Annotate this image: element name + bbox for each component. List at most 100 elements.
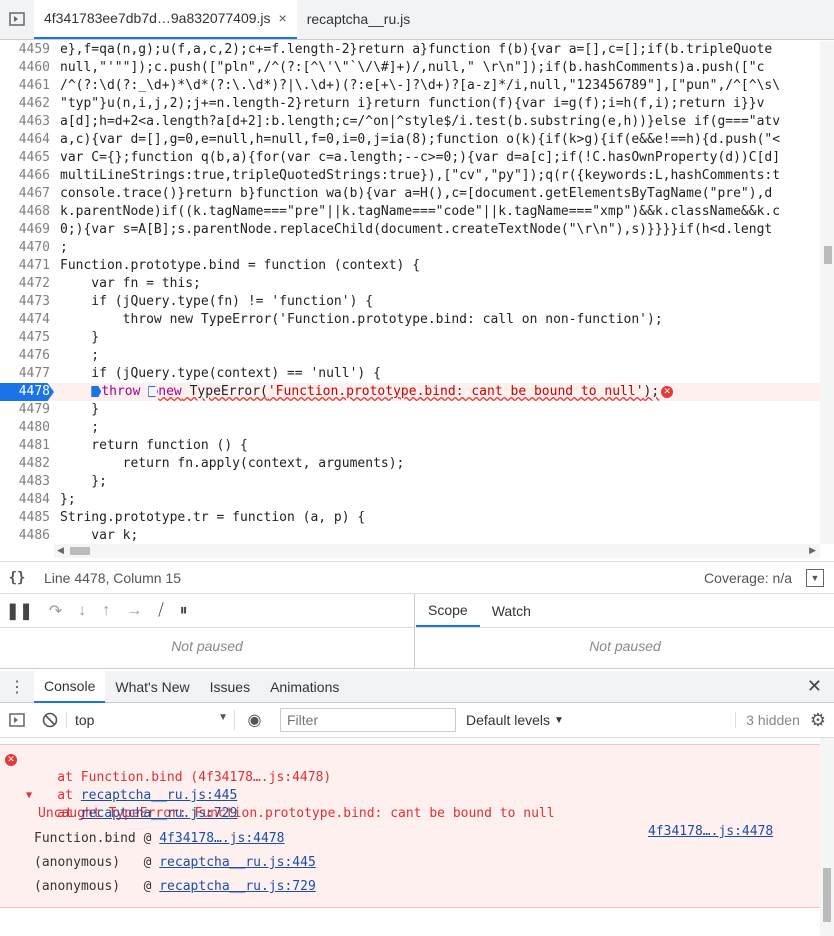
inline-breakpoint-icon[interactable] bbox=[91, 386, 102, 397]
drawer-menu-icon[interactable]: ⋮ bbox=[0, 677, 34, 697]
code-line[interactable]: 4464 a,c){var d=[],g=0,e=null,h=null,f=0,… bbox=[0, 131, 820, 149]
line-number[interactable]: 4469 bbox=[0, 221, 54, 239]
code-line[interactable]: 4472 var fn = this; bbox=[0, 275, 820, 293]
code-line[interactable]: 4480 ; bbox=[0, 419, 820, 437]
console-filter-input[interactable] bbox=[280, 708, 456, 732]
step-into-icon[interactable]: ↓ bbox=[78, 602, 86, 620]
line-number[interactable]: 4470 bbox=[0, 239, 54, 257]
stack-frame-link[interactable]: recaptcha__ru.js:729 bbox=[81, 806, 238, 821]
stack-frame-link[interactable]: 4f34178….js:4478 bbox=[198, 770, 323, 785]
tab-active-file[interactable]: 4f341783ee7db7d…9a832077409.js × bbox=[34, 0, 297, 39]
code-line[interactable]: 4470; bbox=[0, 239, 820, 257]
code-line[interactable]: 4485 String.prototype.tr = function (a, p… bbox=[0, 509, 820, 527]
code-line[interactable]: 4459 e},f=qa(n,g);u(f,a,c,2);c+=f.length-… bbox=[0, 41, 820, 59]
console-sidebar-icon[interactable] bbox=[0, 713, 34, 727]
line-number[interactable]: 4471 bbox=[0, 257, 54, 275]
line-number[interactable]: 4461 bbox=[0, 77, 54, 95]
context-selector[interactable]: top ▼ bbox=[66, 712, 234, 728]
code-vertical-scrollbar[interactable] bbox=[820, 41, 834, 544]
step-out-icon[interactable]: ↑ bbox=[102, 602, 110, 620]
code-line[interactable]: 4465 var C={};function q(b,a){for(var c=a… bbox=[0, 149, 820, 167]
code-editor[interactable]: 4459 e},f=qa(n,g);u(f,a,c,2);c+=f.length-… bbox=[0, 41, 820, 544]
clear-console-icon[interactable] bbox=[34, 712, 66, 728]
log-levels-dropdown[interactable]: Default levels ▼ bbox=[466, 712, 564, 728]
tab-scope[interactable]: Scope bbox=[416, 594, 480, 627]
line-number[interactable]: 4482 bbox=[0, 455, 54, 473]
line-number[interactable]: 4460 bbox=[0, 59, 54, 77]
tab-recaptcha[interactable]: recaptcha__ru.js bbox=[297, 0, 421, 39]
pretty-print-icon[interactable]: {} bbox=[0, 570, 34, 586]
navigator-toggle-icon[interactable] bbox=[0, 0, 34, 39]
line-number[interactable]: 4479 bbox=[0, 401, 54, 419]
line-number[interactable]: 4466 bbox=[0, 167, 54, 185]
tab-watch[interactable]: Watch bbox=[480, 594, 543, 627]
code-line[interactable]: 4466 multiLineStrings:true,tripleQuotedSt… bbox=[0, 167, 820, 185]
code-line[interactable]: 4481 return function () { bbox=[0, 437, 820, 455]
code-line[interactable]: 4469 0;){var s=A[B];s.parentNode.replaceC… bbox=[0, 221, 820, 239]
line-number[interactable]: 4468 bbox=[0, 203, 54, 221]
line-number[interactable]: 4463 bbox=[0, 113, 54, 131]
line-number[interactable]: 4480 bbox=[0, 419, 54, 437]
inline-breakpoint-icon[interactable] bbox=[148, 386, 159, 397]
code-line[interactable]: 4474 throw new TypeError('Function.proto… bbox=[0, 311, 820, 329]
code-line[interactable]: 4483 }; bbox=[0, 473, 820, 491]
code-line[interactable]: 4484}; bbox=[0, 491, 820, 509]
line-number[interactable]: 4477 bbox=[0, 365, 54, 383]
close-drawer-icon[interactable]: ✕ bbox=[807, 676, 822, 697]
line-number[interactable]: 4481 bbox=[0, 437, 54, 455]
code-line[interactable]: 4460 null,"'""]);c.push(["pln",/^(?:[^\'\… bbox=[0, 59, 820, 77]
code-line[interactable]: 4475 } bbox=[0, 329, 820, 347]
line-number[interactable]: 4483 bbox=[0, 473, 54, 491]
console-settings-gear-icon[interactable]: ⚙ bbox=[810, 710, 826, 731]
line-number[interactable]: 4478 bbox=[0, 383, 54, 401]
stack-frame-link[interactable]: recaptcha__ru.js:445 bbox=[81, 788, 238, 803]
code-line[interactable]: 4486 var k; bbox=[0, 527, 820, 544]
deactivate-breakpoints-icon[interactable]: ⧸ bbox=[158, 602, 163, 620]
pause-on-exceptions-icon[interactable]: ⏸ bbox=[180, 602, 188, 620]
console-prompt[interactable]: › bbox=[0, 912, 820, 936]
line-number[interactable]: 4476 bbox=[0, 347, 54, 365]
drawer-toggle-icon[interactable]: ▼ bbox=[806, 568, 824, 587]
code-line[interactable]: 4461 /^(?:\d(?:_\d+)*\d*(?:\.\d*)?|\.\d+)… bbox=[0, 77, 820, 95]
code-line[interactable]: 4479 } bbox=[0, 401, 820, 419]
code-line[interactable]: 4476 ; bbox=[0, 347, 820, 365]
tab-animations[interactable]: Animations bbox=[260, 671, 349, 703]
console-output[interactable]: ✕ ▼ Uncaught TypeError: Function.prototy… bbox=[0, 738, 820, 936]
error-title-row[interactable]: ✕ ▼ Uncaught TypeError: Function.prototy… bbox=[0, 751, 820, 839]
inline-error-icon[interactable]: ✕ bbox=[661, 385, 674, 398]
trace-link[interactable]: 4f34178….js:4478 bbox=[159, 831, 284, 846]
tab-console[interactable]: Console bbox=[34, 670, 106, 703]
tab-close-icon[interactable]: × bbox=[279, 10, 287, 26]
live-expression-icon[interactable]: ◉ bbox=[234, 710, 274, 730]
line-number[interactable]: 4485 bbox=[0, 509, 54, 527]
step-icon[interactable]: → bbox=[126, 602, 142, 620]
code-line[interactable]: 4463 a[d];h=d+2<a.length?a[d+2]:b.length;… bbox=[0, 113, 820, 131]
code-line[interactable]: 4473 if (jQuery.type(fn) != 'function') … bbox=[0, 293, 820, 311]
console-scrollbar[interactable] bbox=[820, 738, 834, 936]
code-line[interactable]: 4478 throw new TypeError('Function.proto… bbox=[0, 383, 820, 401]
code-line[interactable]: 4477 if (jQuery.type(context) == 'null')… bbox=[0, 365, 820, 383]
trace-link[interactable]: recaptcha__ru.js:445 bbox=[159, 855, 316, 870]
line-number[interactable]: 4486 bbox=[0, 527, 54, 544]
line-number[interactable]: 4467 bbox=[0, 185, 54, 203]
pause-icon[interactable]: ❚❚ bbox=[6, 601, 33, 621]
line-number[interactable]: 4459 bbox=[0, 41, 54, 59]
code-horizontal-scrollbar[interactable]: ◀ ▶ bbox=[54, 544, 820, 558]
code-line[interactable]: 4468 k.parentNode)if((k.tagName==="pre"||… bbox=[0, 203, 820, 221]
code-line[interactable]: 4482 return fn.apply(context, arguments)… bbox=[0, 455, 820, 473]
code-line[interactable]: 4471 Function.prototype.bind = function (… bbox=[0, 257, 820, 275]
tab-issues[interactable]: Issues bbox=[200, 671, 260, 703]
code-line[interactable]: 4467 console.trace()}return b}function wa… bbox=[0, 185, 820, 203]
line-number[interactable]: 4475 bbox=[0, 329, 54, 347]
line-number[interactable]: 4464 bbox=[0, 131, 54, 149]
step-over-icon[interactable]: ↷ bbox=[49, 601, 62, 621]
tab-whats-new[interactable]: What's New bbox=[105, 671, 199, 703]
line-number[interactable]: 4462 bbox=[0, 95, 54, 113]
trace-link[interactable]: recaptcha__ru.js:729 bbox=[159, 879, 316, 894]
line-number[interactable]: 4484 bbox=[0, 491, 54, 509]
code-line[interactable]: 4462 "typ"}u(n,i,j,2);j+=n.length-2}retur… bbox=[0, 95, 820, 113]
line-number[interactable]: 4465 bbox=[0, 149, 54, 167]
line-number[interactable]: 4472 bbox=[0, 275, 54, 293]
line-number[interactable]: 4474 bbox=[0, 311, 54, 329]
line-number[interactable]: 4473 bbox=[0, 293, 54, 311]
